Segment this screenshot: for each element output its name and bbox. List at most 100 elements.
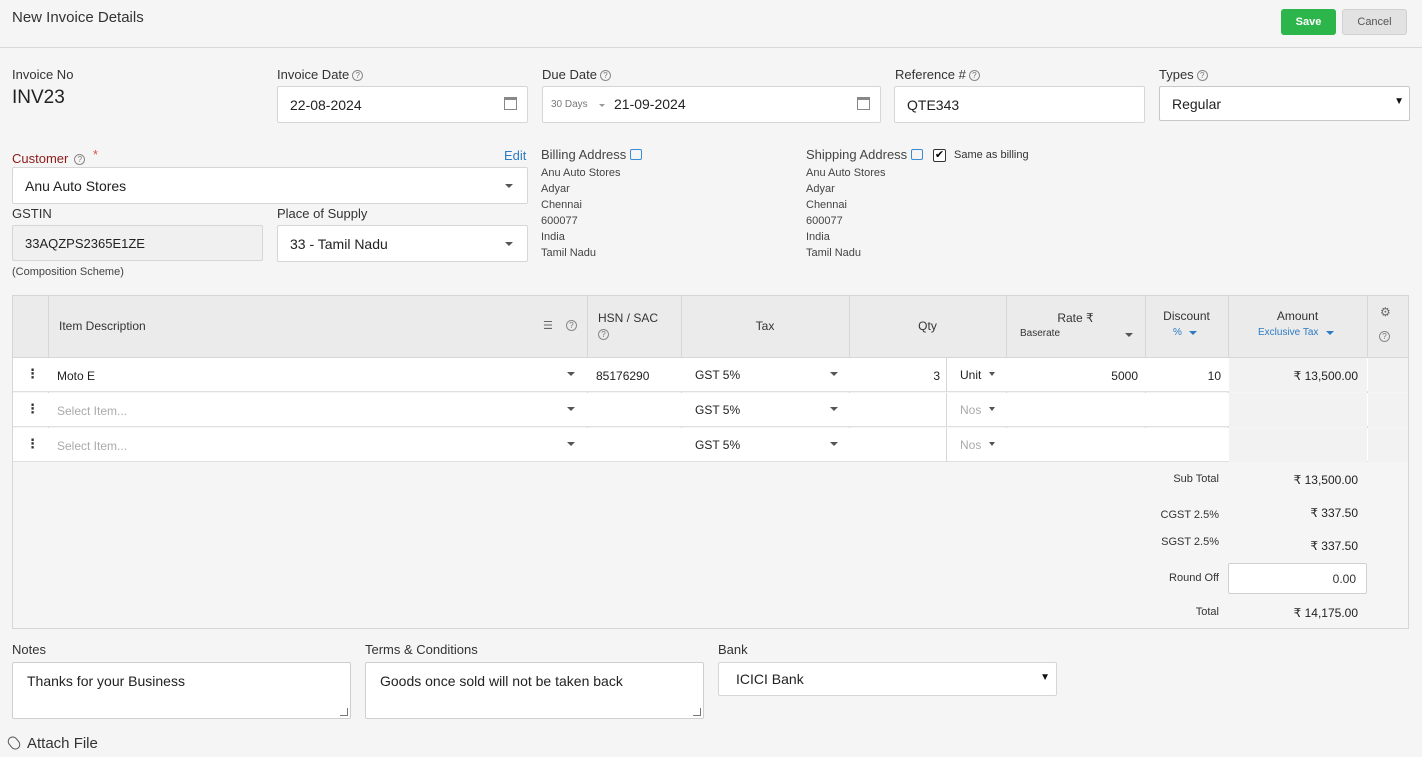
row-handle-icon[interactable]: ⋮ — [26, 401, 39, 417]
terms-value: Goods once sold will not be taken back — [380, 673, 623, 689]
item-select[interactable]: Select Item... — [57, 439, 127, 453]
help-icon[interactable]: ? — [599, 70, 611, 81]
bank-value: ICICI Bank — [736, 671, 804, 687]
help-icon[interactable]: ? — [74, 154, 86, 165]
edit-icon[interactable] — [911, 149, 924, 160]
row-handle-icon[interactable]: ⋮ — [26, 366, 39, 382]
due-date-label: Due Date? — [542, 67, 611, 82]
col-discount: Discount — [1163, 309, 1210, 323]
help-icon[interactable]: ? — [566, 320, 577, 331]
customer-select[interactable]: Anu Auto Stores — [12, 167, 528, 204]
address-line: Chennai — [806, 199, 847, 211]
qty-input[interactable]: 3 — [849, 369, 940, 383]
types-select[interactable]: Regular ▼ — [1159, 86, 1410, 121]
help-icon[interactable]: ? — [1379, 331, 1390, 342]
address-line: Anu Auto Stores — [541, 167, 621, 179]
edit-icon[interactable] — [630, 149, 643, 160]
items-table: Item Description ☰ ? HSN / SAC ? Tax Qty… — [12, 295, 1409, 629]
settings-sliders-icon[interactable]: ☰ — [543, 319, 553, 332]
shipping-address-heading: Shipping Address — [806, 147, 924, 162]
amount-tax-select[interactable]: Exclusive Tax — [1258, 327, 1318, 338]
reference-value: QTE343 — [907, 96, 960, 113]
sgst-value: ₹ 337.50 — [1310, 539, 1358, 553]
item-select[interactable]: Moto E — [57, 369, 95, 383]
unit-select[interactable]: Nos — [960, 403, 981, 417]
edit-customer-link[interactable]: Edit — [504, 148, 526, 163]
help-icon[interactable]: ? — [352, 70, 364, 81]
chevron-down-icon — [830, 442, 838, 446]
resize-handle-icon[interactable] — [693, 708, 701, 716]
row-actions-cell — [1368, 428, 1408, 462]
gstin-note: (Composition Scheme) — [12, 266, 124, 278]
help-icon[interactable]: ? — [1196, 70, 1208, 81]
due-date-field[interactable]: 30 Days 21-09-2024 — [542, 86, 881, 123]
round-off-input[interactable]: 0.00 — [1228, 563, 1367, 594]
save-button[interactable]: Save — [1281, 9, 1336, 35]
types-label: Types? — [1159, 67, 1208, 82]
cgst-value: ₹ 337.50 — [1310, 506, 1358, 520]
invoice-date-label: Invoice Date? — [277, 67, 364, 82]
chevron-down-icon — [830, 407, 838, 411]
chevron-down-icon — [830, 372, 838, 376]
gear-icon[interactable]: ⚙ — [1380, 305, 1391, 319]
item-select[interactable]: Select Item... — [57, 404, 127, 418]
attach-file-link[interactable]: Attach File — [5, 734, 98, 752]
dropdown-arrow-icon: ▼ — [1394, 96, 1404, 107]
due-terms-select[interactable]: 30 Days — [551, 99, 588, 110]
place-of-supply-label: Place of Supply — [277, 206, 368, 221]
column-divider — [946, 428, 947, 462]
table-row: ⋮ Moto E 85176290 GST 5% 3 Unit 5000 10 … — [13, 358, 1408, 392]
address-line: Anu Auto Stores — [806, 167, 886, 179]
reference-input[interactable]: QTE343 — [894, 86, 1145, 123]
gstin-field[interactable]: 33AQZPS2365E1ZE — [12, 225, 263, 261]
chevron-down-icon — [505, 242, 513, 246]
tax-select[interactable]: GST 5% — [695, 403, 740, 417]
row-handle-icon[interactable]: ⋮ — [26, 436, 39, 452]
amount-cell — [1229, 393, 1367, 427]
paperclip-icon — [5, 734, 23, 752]
tax-select[interactable]: GST 5% — [695, 438, 740, 452]
chevron-down-icon — [1189, 331, 1197, 335]
cancel-button[interactable]: Cancel — [1342, 9, 1407, 35]
customer-value: Anu Auto Stores — [25, 177, 127, 194]
unit-select[interactable]: Nos — [960, 438, 981, 452]
resize-handle-icon[interactable] — [340, 708, 348, 716]
terms-textarea[interactable]: Goods once sold will not be taken back — [365, 662, 704, 719]
chevron-down-icon — [567, 407, 575, 411]
calendar-icon[interactable] — [857, 97, 870, 110]
notes-value: Thanks for your Business — [27, 673, 185, 689]
hsn-input[interactable]: 85176290 — [596, 369, 649, 383]
types-value: Regular — [1172, 95, 1222, 112]
same-as-billing-checkbox[interactable]: ✔ — [933, 149, 946, 162]
dropdown-arrow-icon: ▼ — [1040, 672, 1050, 683]
tax-select[interactable]: GST 5% — [695, 368, 740, 382]
discount-type-select[interactable]: % — [1173, 327, 1182, 338]
row-actions-cell — [1368, 358, 1408, 392]
notes-textarea[interactable]: Thanks for your Business — [12, 662, 351, 719]
bank-select[interactable]: ICICI Bank ▼ — [718, 662, 1057, 696]
cgst-label: CGST 2.5% — [1160, 509, 1220, 521]
gstin-label: GSTIN — [12, 206, 52, 221]
total-label: Total — [1195, 606, 1219, 618]
address-line: Chennai — [541, 199, 582, 211]
required-mark: * — [92, 147, 99, 162]
col-hsn-sac: HSN / SAC — [598, 311, 659, 325]
table-row: ⋮ Select Item... GST 5% Nos — [13, 393, 1408, 427]
page-title: New Invoice Details — [12, 9, 144, 26]
billing-address-heading: Billing Address — [541, 147, 643, 162]
chevron-down-icon — [989, 442, 995, 446]
address-line: Adyar — [541, 183, 570, 195]
place-of-supply-select[interactable]: 33 - Tamil Nadu — [277, 225, 528, 262]
round-off-label: Round Off — [1169, 572, 1219, 584]
table-row: ⋮ Select Item... GST 5% Nos — [13, 428, 1408, 462]
unit-select[interactable]: Unit — [960, 368, 981, 382]
rate-type-select[interactable]: Baserate — [1020, 328, 1060, 339]
round-off-value: 0.00 — [1332, 572, 1356, 586]
discount-input[interactable]: 10 — [1145, 369, 1221, 383]
rate-input[interactable]: 5000 — [1006, 369, 1138, 383]
help-icon[interactable]: ? — [968, 70, 980, 81]
invoice-date-field[interactable]: 22-08-2024 — [277, 86, 528, 123]
amount-value: ₹ 13,500.00 — [1293, 369, 1358, 383]
help-icon[interactable]: ? — [598, 329, 609, 340]
calendar-icon[interactable] — [504, 97, 517, 110]
